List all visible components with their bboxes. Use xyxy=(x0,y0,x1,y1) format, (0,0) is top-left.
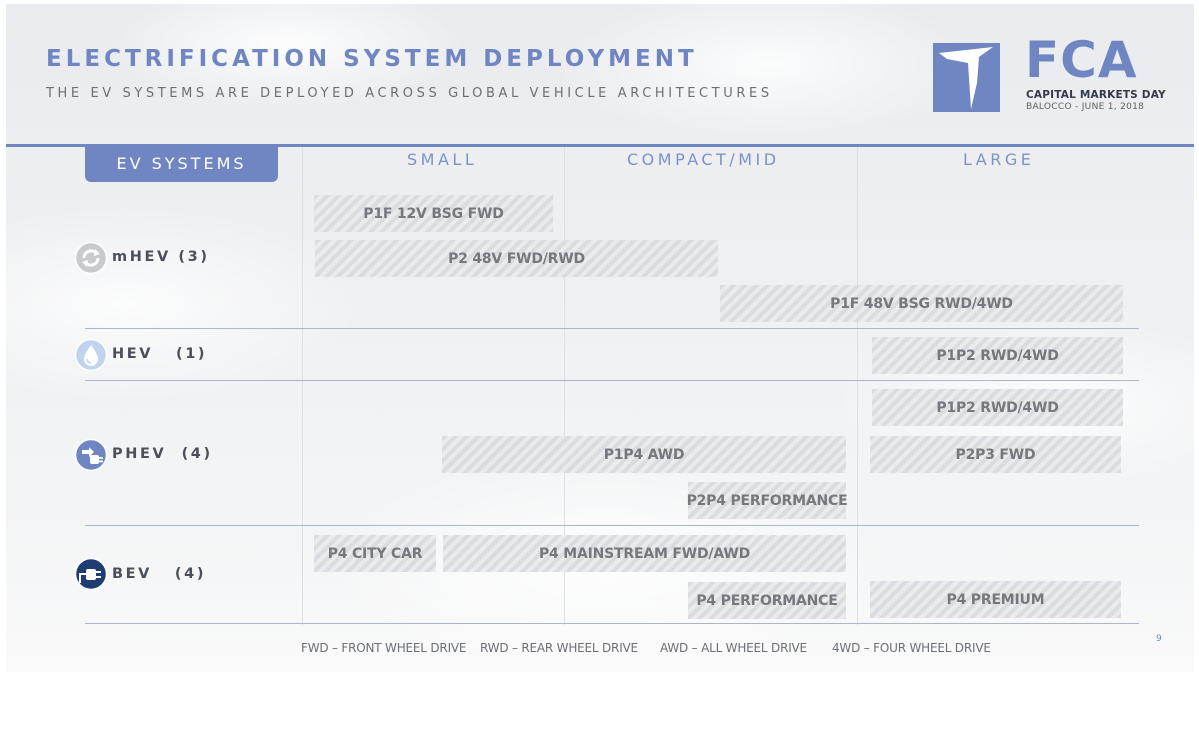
drop-icon xyxy=(74,338,108,372)
page-number: 9 xyxy=(1156,634,1162,644)
row-divider xyxy=(85,623,1139,624)
deployment-bar: P1P4 AWD xyxy=(442,436,846,473)
legend-fwd: FWD – FRONT WHEEL DRIVE xyxy=(301,641,467,655)
column-divider xyxy=(302,147,303,625)
deployment-bar: P2P4 PERFORMANCE xyxy=(687,482,848,519)
deployment-bar: P4 CITY CAR xyxy=(314,535,436,572)
row-label-mhev: mHEV (3) xyxy=(112,249,210,265)
page-title: ELECTRIFICATION SYSTEM DEPLOYMENT xyxy=(46,46,698,72)
column-header-compact-mid: COMPACT/MID xyxy=(627,150,780,169)
column-divider xyxy=(857,147,858,625)
row-divider xyxy=(85,525,1139,526)
deployment-bar: P1F 12V BSG FWD xyxy=(314,195,553,232)
legend-awd: AWD – ALL WHEEL DRIVE xyxy=(660,641,807,655)
column-header-small: SMALL xyxy=(407,150,478,169)
recycle-icon xyxy=(74,241,108,275)
row-divider xyxy=(85,328,1139,329)
logo-wordmark: FCA xyxy=(1025,31,1138,89)
row-label-bev: BEV (4) xyxy=(112,566,207,582)
row-label-hev: HEV (1) xyxy=(112,346,208,362)
row-divider xyxy=(85,380,1139,381)
deployment-bar: P4 PERFORMANCE xyxy=(688,582,846,619)
deployment-bar: P1P2 RWD/4WD xyxy=(872,337,1123,374)
plug-icon xyxy=(74,438,108,472)
logo-location-date: BALOCCO - JUNE 1, 2018 xyxy=(1026,102,1145,112)
legend-rwd: RWD – REAR WHEEL DRIVE xyxy=(480,641,638,655)
deployment-bar: P4 MAINSTREAM FWD/AWD xyxy=(443,535,846,572)
deployment-bar: P4 PREMIUM xyxy=(870,581,1121,618)
deployment-bar: P2 48V FWD/RWD xyxy=(315,240,718,277)
electric-plug-icon xyxy=(74,557,108,591)
row-label-phev: PHEV (4) xyxy=(112,446,213,462)
logo-event: CAPITAL MARKETS DAY xyxy=(1026,89,1166,101)
column-header-large: LARGE xyxy=(963,150,1035,169)
row-header-ev-systems: EV SYSTEMS xyxy=(85,145,278,182)
legend-4wd: 4WD – FOUR WHEEL DRIVE xyxy=(832,641,991,655)
page-subtitle: THE EV SYSTEMS ARE DEPLOYED ACROSS GLOBA… xyxy=(46,86,773,101)
fca-logo-icon xyxy=(933,43,1000,112)
deployment-bar: P2P3 FWD xyxy=(870,436,1121,473)
deployment-bar: P1P2 RWD/4WD xyxy=(872,389,1123,426)
deployment-bar: P1F 48V BSG RWD/4WD xyxy=(720,285,1123,322)
